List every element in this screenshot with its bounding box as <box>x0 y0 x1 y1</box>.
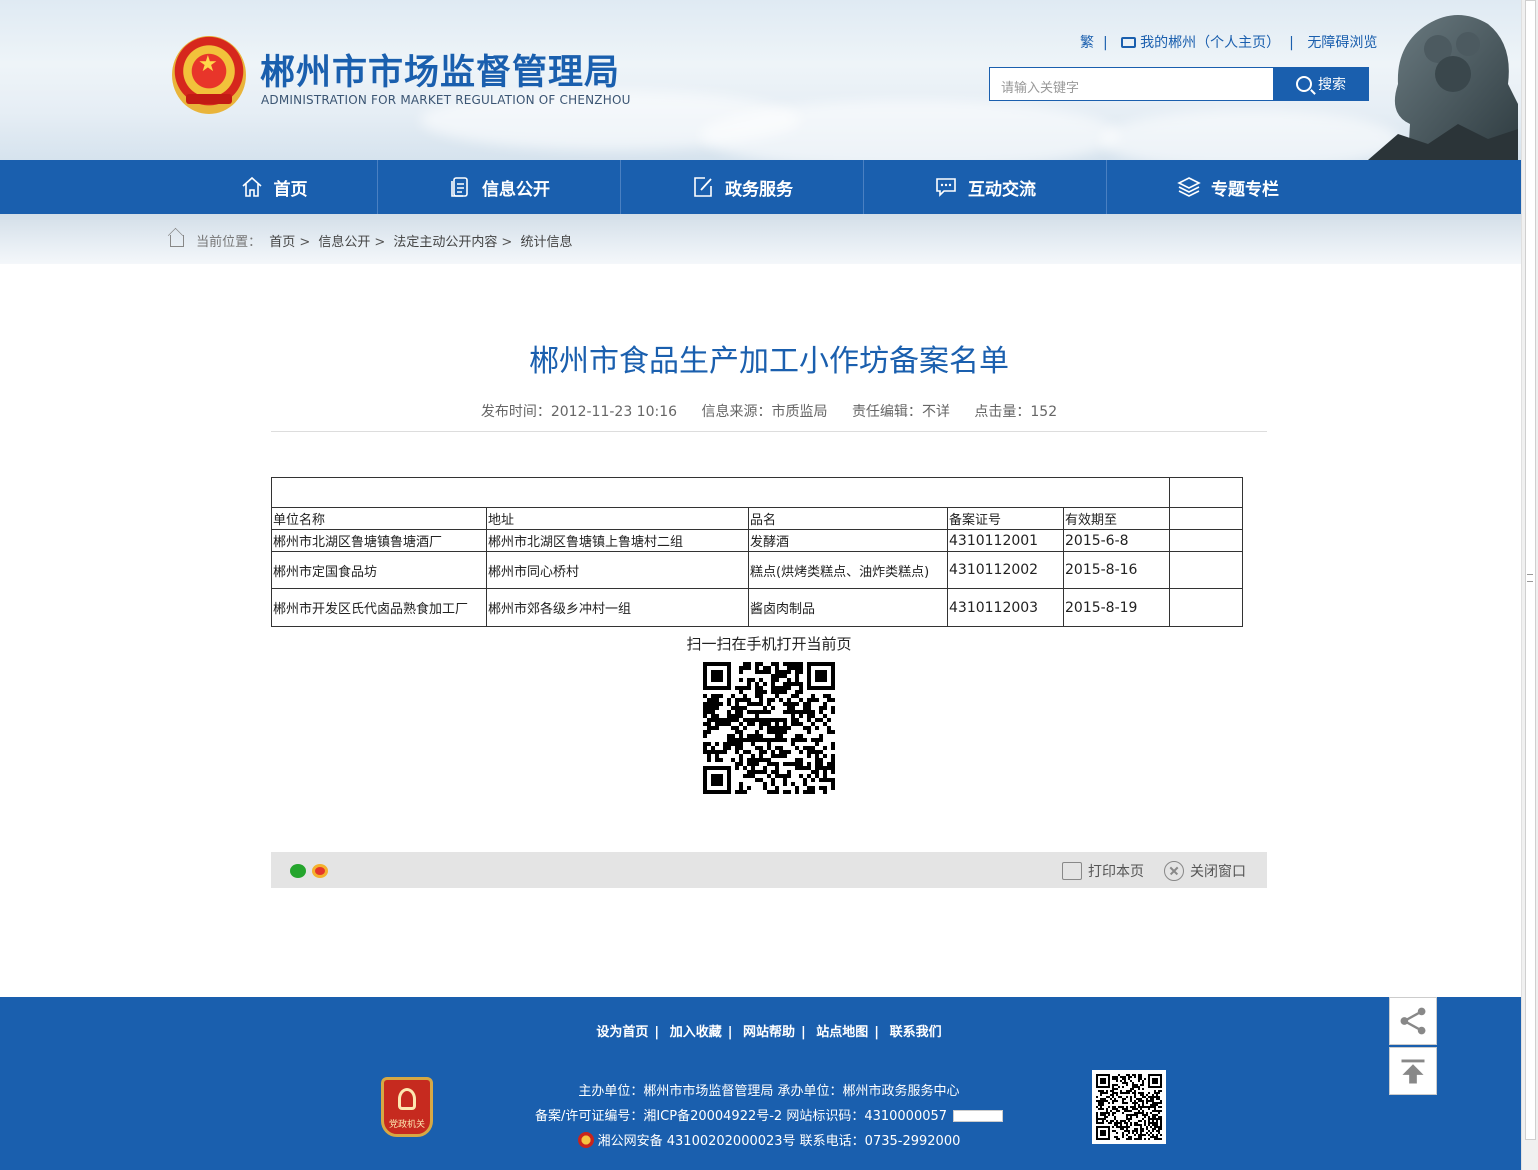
nav-item-home[interactable]: 首页 <box>170 160 377 214</box>
table-cell: 郴州市开发区氏代卤品熟食加工厂 <box>271 588 487 627</box>
nav-item-interaction[interactable]: 互动交流 <box>864 160 1106 214</box>
site-title: 郴州市市场监督管理局 <box>260 53 621 93</box>
my-chenzhou-link[interactable]: 我的郴州（个人主页） <box>1121 35 1280 51</box>
nav-item-special-topics[interactable]: 专题专栏 <box>1107 160 1349 214</box>
hit-count: 点击量：152 <box>974 404 1058 420</box>
site-header: ★ 郴州市市场监督管理局 ADMINISTRATION FOR MARKET R… <box>0 0 1521 160</box>
table-cell: 郴州市北湖区鲁塘镇鲁塘酒厂 <box>271 529 487 552</box>
nav-item-info-disclosure[interactable]: 信息公开 <box>378 160 620 214</box>
table-header-cell: 地址 <box>486 507 749 530</box>
close-icon <box>1164 861 1184 881</box>
article-title: 郴州市食品生产加工小作坊备案名单 <box>529 344 1009 379</box>
stone-lion-image <box>1368 15 1518 160</box>
table-cell: 2015-8-16 <box>1062 551 1171 589</box>
cnzz-badge-icon[interactable] <box>953 1110 1004 1122</box>
document-icon <box>451 177 468 197</box>
search-button[interactable]: 搜索 <box>1273 67 1369 101</box>
search-icon <box>1296 76 1312 92</box>
breadcrumb-statutory-content[interactable]: 法定主动公开内容 <box>393 235 497 250</box>
accessibility-link[interactable]: 无障碍浏览 <box>1307 35 1377 51</box>
site-subtitle: ADMINISTRATION FOR MARKET REGULATION OF … <box>261 93 631 107</box>
printer-icon <box>1062 862 1082 880</box>
footer-link-sitemap[interactable]: 站点地图 <box>816 1025 868 1040</box>
table-cell: 2015-8-19 <box>1062 588 1171 627</box>
footer-link-set-homepage[interactable]: 设为首页 <box>596 1025 648 1040</box>
footer-police: 湘公网安备 43100202000023号 联系电话：0735-2992000 <box>0 1130 1538 1149</box>
home-icon <box>241 176 262 197</box>
police-badge-icon <box>577 1132 594 1148</box>
footer-link-favorite[interactable]: 加入收藏 <box>670 1025 722 1040</box>
table-cell: 糕点(烘烤类糕点、油炸类糕点) <box>748 551 948 589</box>
national-emblem-icon: ★ <box>172 36 246 114</box>
nav-item-gov-services[interactable]: 政务服务 <box>621 160 863 214</box>
edit-icon <box>694 177 712 197</box>
table-cell <box>1169 551 1244 589</box>
monitor-icon <box>1121 37 1137 48</box>
table-header-cell: 品名 <box>748 507 948 530</box>
qr-code-label: 扫一扫在手机打开当前页 <box>686 635 852 653</box>
wechat-share-icon[interactable] <box>290 864 306 878</box>
table-cell <box>1169 588 1244 627</box>
table-row: 郴州市北湖区鲁塘镇鲁塘酒厂 郴州市北湖区鲁塘镇上鲁塘村二组 发酵酒 431011… <box>271 529 1244 552</box>
footer-links: 设为首页 | 加入收藏 | 网站帮助 | 站点地图 | 联系我们 <box>596 1025 942 1040</box>
breadcrumb-info-disclosure[interactable]: 信息公开 <box>318 235 370 250</box>
table-header-cell: 备案证号 <box>947 507 1064 530</box>
divider <box>271 431 1267 432</box>
table-cell: 郴州市郊各级乡冲村一组 <box>486 588 749 627</box>
table-cell: 发酵酒 <box>748 529 948 552</box>
share-icon <box>1400 1007 1426 1035</box>
table-cell: 郴州市定国食品坊 <box>271 551 487 589</box>
table-header-row: 单位名称 地址 品名 备案证号 有效期至 <box>271 507 1244 530</box>
footer-qr-code <box>1092 1070 1166 1144</box>
breadcrumb-home[interactable]: 首页 <box>269 235 295 250</box>
share-bar: 打印本页 关闭窗口 <box>271 852 1267 888</box>
layers-icon <box>1177 177 1201 197</box>
footer-sponsor: 主办单位：郴州市市场监督管理局 承办单位：郴州市政务服务中心 <box>578 1084 960 1099</box>
breadcrumb-statistics[interactable]: 统计信息 <box>520 235 572 250</box>
table-cell: 郴州市北湖区鲁塘镇上鲁塘村二组 <box>486 529 749 552</box>
site-footer: 设为首页 | 加入收藏 | 网站帮助 | 站点地图 | 联系我们 党政机关 主办单位：郴… <box>0 997 1521 1170</box>
footer-icp: 备案/许可证编号：湘ICP备20004922号-2 网站标识码：43100000… <box>0 1105 1538 1124</box>
publish-time: 发布时间：2012-11-23 10:16 <box>480 404 678 420</box>
table-cell: 4310112003 <box>947 588 1064 627</box>
article-meta: 发布时间：2012-11-23 10:16 信息来源：市质监局 责任编辑：不详 … <box>0 401 1538 421</box>
table-header-cell: 有效期至 <box>1062 507 1171 530</box>
header-cloud <box>1100 110 1400 160</box>
table-row: 郴州市开发区氏代卤品熟食加工厂 郴州市郊各级乡冲村一组 酱卤肉制品 431011… <box>271 588 1244 627</box>
page-qr-code <box>703 662 835 794</box>
search-input[interactable]: 请输入关键字 <box>989 67 1274 101</box>
table-cell: 酱卤肉制品 <box>748 588 948 627</box>
table-cell: 4310112001 <box>947 529 1064 552</box>
breadcrumb-prefix: 当前位置： <box>196 235 262 250</box>
table-header-cell <box>1169 507 1244 530</box>
footer-link-contact[interactable]: 联系我们 <box>890 1025 942 1040</box>
main-nav: 首页 信息公开 政务服务 互动交流 专题专栏 <box>0 160 1521 214</box>
scrollbar-thumb[interactable] <box>1525 0 1536 1140</box>
table-cell: 郴州市同心桥村 <box>486 551 749 589</box>
share-float-button[interactable] <box>1389 997 1437 1045</box>
table-row: 郴州市定国食品坊 郴州市同心桥村 糕点(烘烤类糕点、油炸类糕点) 4310112… <box>271 551 1244 589</box>
table-cell: 2015-6-8 <box>1062 529 1171 552</box>
back-to-top-button[interactable] <box>1389 1047 1437 1095</box>
top-links: 繁 | 我的郴州（个人主页） | 无障碍浏览 <box>1080 35 1378 51</box>
table-row <box>270 477 1244 508</box>
table-cell: 4310112002 <box>947 551 1064 589</box>
header-cloud <box>700 100 1120 160</box>
home-icon <box>170 235 184 247</box>
arrow-up-icon <box>1401 1059 1425 1084</box>
weibo-share-icon[interactable] <box>312 864 328 878</box>
close-window-button[interactable]: 关闭窗口 <box>1164 861 1246 881</box>
responsible-editor: 责任编辑：不详 <box>851 404 950 420</box>
table-cell <box>1169 529 1244 552</box>
footer-link-help[interactable]: 网站帮助 <box>743 1025 795 1040</box>
chat-icon <box>936 178 956 197</box>
vertical-scrollbar[interactable] <box>1521 0 1538 1170</box>
print-button[interactable]: 打印本页 <box>1062 861 1144 881</box>
table-header-cell: 单位名称 <box>271 507 487 530</box>
info-source: 信息来源：市质监局 <box>701 404 828 420</box>
workshop-records-table: 单位名称 地址 品名 备案证号 有效期至 郴州市北湖区鲁塘镇鲁塘酒厂 郴州市北湖… <box>270 477 1244 627</box>
scrollbar-grip <box>1527 574 1533 582</box>
traditional-chinese-link[interactable]: 繁 <box>1080 35 1094 51</box>
breadcrumb: 当前位置： 首页 > 信息公开 > 法定主动公开内容 > 统计信息 <box>170 231 576 250</box>
